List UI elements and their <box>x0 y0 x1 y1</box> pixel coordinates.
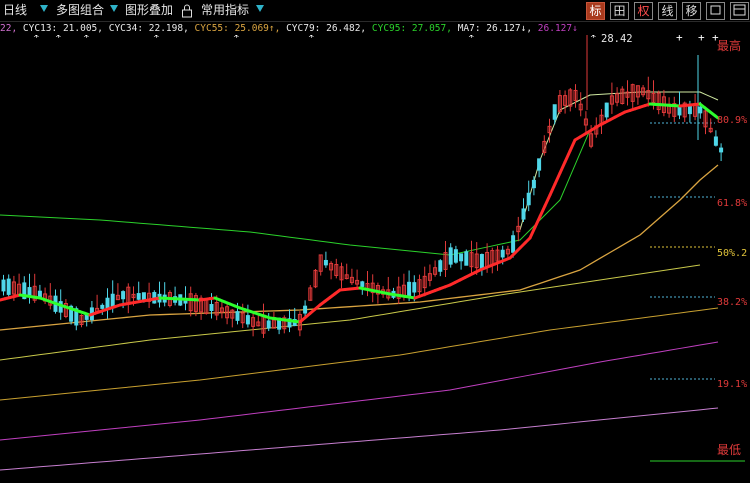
candle-body <box>500 249 505 258</box>
top-label: 最高 <box>717 39 742 53</box>
lock-icon[interactable] <box>181 3 193 18</box>
signal-star-icon: * <box>55 35 62 44</box>
candle-body <box>438 260 443 272</box>
indicators-dropdown-icon[interactable] <box>256 5 264 12</box>
multi-chart-dropdown-icon[interactable] <box>110 5 118 12</box>
candle-body <box>511 235 516 253</box>
mark-button[interactable]: 标 <box>586 2 605 20</box>
adjust-rights-button[interactable]: 权 <box>634 2 653 20</box>
candle-body <box>412 282 417 293</box>
signal-star-icon: * <box>83 35 90 44</box>
candle-body <box>719 147 724 153</box>
legend-cyc79: CYC79: 26.482, <box>286 23 367 34</box>
candle-body <box>360 281 365 287</box>
chart-toolbar: 日线 多图组合 图形叠加 常用指标 标 田 权 线 移 <box>0 0 750 22</box>
signal-star-icon: + <box>698 35 705 44</box>
fib-19-1-label: 19.1% <box>717 379 748 390</box>
signal-star-icon: * <box>308 35 315 44</box>
ma7-segment <box>563 149 572 164</box>
legend-lead: 22, <box>0 23 18 34</box>
ma7-segment <box>553 171 562 186</box>
candle-body <box>698 106 703 114</box>
ma7-segment <box>543 193 552 208</box>
candle-body <box>526 192 531 206</box>
candle-body <box>323 259 328 266</box>
ma7-segment <box>568 138 577 153</box>
fib-61-8-label: 61.8% <box>717 198 748 209</box>
bottom-label: 最低 <box>717 443 742 457</box>
fib-38-2-label: 38.2% <box>717 297 748 308</box>
line-button[interactable]: 线 <box>658 2 677 20</box>
fib-50-label: 50%.2 <box>717 248 748 259</box>
common-indicators-button[interactable]: 常用指标 <box>201 2 249 19</box>
candle-body <box>303 305 308 314</box>
ma7-segment <box>548 182 557 197</box>
signal-star-icon: * <box>153 35 160 44</box>
signal-star-icon: * <box>233 35 240 44</box>
signal-star-icon: * <box>33 35 40 44</box>
candle-body <box>1 279 6 292</box>
candle-body <box>235 311 240 321</box>
candle-body <box>521 208 526 220</box>
candle-body <box>459 253 464 262</box>
candle-body <box>100 304 105 309</box>
candle-body <box>464 251 469 266</box>
multi-chart-button[interactable]: 多图组合 <box>56 2 104 19</box>
legend-cyc34: CYC34: 22.198, <box>108 23 189 34</box>
candle-body <box>604 102 609 118</box>
period-daily-button[interactable]: 日线 <box>3 2 27 19</box>
restore-window-icon[interactable] <box>706 2 725 20</box>
legend-tail: 26.127↓ <box>537 23 578 34</box>
ma7-segment <box>533 215 542 229</box>
candle-body <box>245 315 250 325</box>
candle-body <box>453 249 458 263</box>
cyc95-line <box>0 341 719 441</box>
candle-body <box>266 320 271 329</box>
candle-body <box>537 158 542 171</box>
close-panel-icon[interactable] <box>730 2 749 20</box>
candle-body <box>121 291 126 300</box>
legend-cyc95: CYC95: 27.057, <box>371 23 452 34</box>
cyc34-line <box>0 129 591 256</box>
candle-body <box>448 247 453 265</box>
cyc-extra-line <box>0 307 719 401</box>
legend-cyc55: CYC55: 25.069↑, <box>194 23 281 34</box>
signal-star-icon: + <box>676 35 683 44</box>
candle-body <box>407 281 412 297</box>
kline-chart[interactable]: * * * * * * * * + + + <box>0 35 750 483</box>
overlay-button[interactable]: 图形叠加 <box>125 2 173 19</box>
legend-ma7: MA7: 26.127↓, <box>457 23 533 34</box>
candle-body <box>713 136 718 146</box>
candle-body <box>136 293 141 300</box>
fib-80-9-label: 80.9% <box>717 115 748 126</box>
candle-body <box>6 278 11 295</box>
move-button[interactable]: 移 <box>682 2 701 20</box>
period-dropdown-icon[interactable] <box>40 5 48 12</box>
ma7-segment <box>558 160 567 175</box>
grid-button[interactable]: 田 <box>610 2 629 20</box>
signal-star-icon: * <box>468 35 475 44</box>
candle-body <box>110 293 115 308</box>
candle-body <box>531 179 536 189</box>
legend-cyc13: CYC13: 21.005, <box>22 23 103 34</box>
ma7-segment <box>538 204 547 218</box>
cyc-slow-line <box>0 407 719 471</box>
candle-body <box>552 104 557 120</box>
candle-body <box>687 105 692 115</box>
indicator-legend: 22, CYC13: 21.005, CYC34: 22.198, CYC55:… <box>0 22 578 35</box>
candle-body <box>209 304 214 311</box>
signal-star-icon: * <box>590 35 597 44</box>
high-price-label: 28.42 <box>601 33 633 45</box>
